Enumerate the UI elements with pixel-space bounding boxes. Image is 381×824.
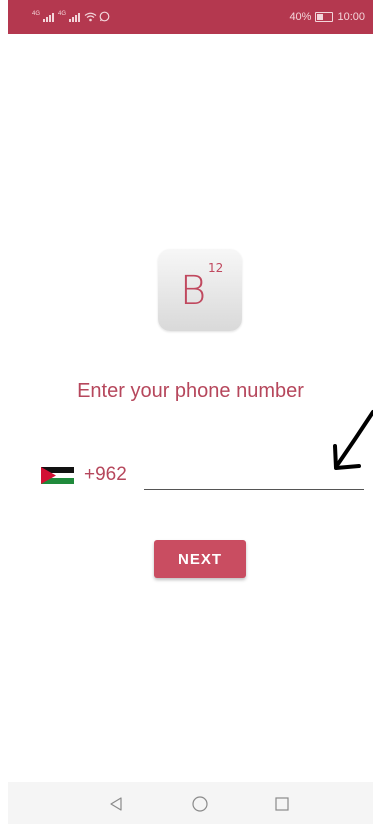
wifi-icon [84, 12, 97, 21]
whatsapp-icon [99, 11, 110, 22]
signal-icon [43, 12, 55, 22]
phone-prompt-title: Enter your phone number [77, 380, 304, 402]
jordan-flag-icon[interactable] [41, 467, 74, 484]
logo-letter: B [180, 268, 207, 314]
logo-superscript: 12 [208, 261, 224, 275]
battery-percent: 40% [289, 11, 312, 23]
signal-icon-2 [69, 12, 81, 22]
annotation-arrow [333, 410, 373, 470]
network-type-1: 4G [32, 10, 41, 17]
next-button[interactable]: NEXT [154, 540, 246, 578]
home-icon[interactable] [190, 794, 210, 814]
network-type-2: 4G [58, 10, 67, 17]
app-logo: B 12 [158, 249, 242, 331]
app-screen: 4G 4G 40% 10:00 B 12 Enter your phone nu… [8, 0, 373, 824]
back-icon[interactable] [106, 794, 126, 814]
battery-icon [315, 12, 334, 22]
status-time: 10:00 [337, 11, 365, 23]
system-nav-bar [8, 782, 373, 824]
status-bar: 4G 4G 40% 10:00 [8, 0, 373, 34]
country-code[interactable]: +962 [84, 464, 127, 486]
recents-icon[interactable] [272, 794, 292, 814]
status-bar-left: 4G 4G [32, 11, 110, 22]
status-bar-right: 40% 10:00 [289, 11, 365, 23]
